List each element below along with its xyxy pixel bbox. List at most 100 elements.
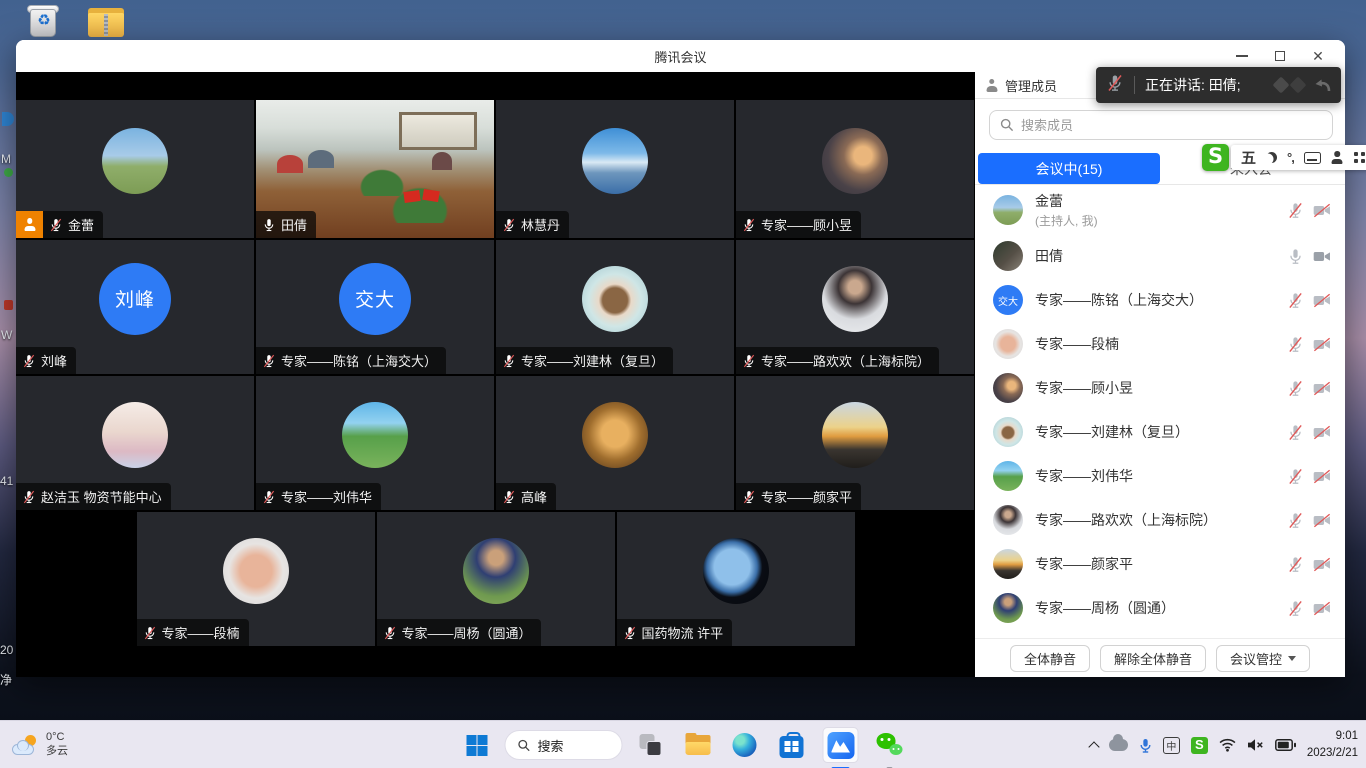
tencent-meeting-taskbar-button[interactable]	[820, 725, 862, 765]
weather-widget[interactable]: 0°C 多云	[12, 721, 68, 768]
participant-row[interactable]: 田倩	[975, 234, 1345, 278]
participant-row[interactable]: 专家——段楠	[975, 322, 1345, 366]
mic-muted-icon[interactable]	[1287, 468, 1304, 485]
camera-muted-icon[interactable]	[1313, 425, 1331, 440]
avatar	[582, 266, 648, 332]
video-tile[interactable]: 专家——路欢欢（上海标院）	[736, 240, 974, 374]
mic-icon[interactable]	[1287, 248, 1304, 265]
tray-expand-chevron-icon[interactable]	[1088, 741, 1099, 752]
store-icon	[780, 736, 804, 758]
mic-muted-icon	[742, 490, 756, 504]
desktop-label-fragment: 41	[0, 474, 13, 488]
participant-row[interactable]: 交大专家——陈铭（上海交大）	[975, 278, 1345, 322]
camera-muted-icon[interactable]	[1313, 293, 1331, 308]
mic-muted-icon[interactable]	[1287, 600, 1304, 617]
tab-in-meeting[interactable]: 会议中(15)	[978, 153, 1160, 184]
participant-name: 专家——周杨（圆通）	[1035, 598, 1275, 618]
task-view-button[interactable]	[632, 725, 670, 765]
participant-name: 专家——周杨（圆通）	[402, 623, 532, 642]
mute-all-button[interactable]: 全体静音	[1010, 645, 1090, 672]
video-tile[interactable]: 专家——顾小昱	[736, 100, 974, 238]
magnifier-icon	[1000, 118, 1014, 132]
microsoft-store-button[interactable]	[773, 725, 811, 765]
video-tile[interactable]: 专家——段楠	[137, 512, 375, 646]
participant-row[interactable]: 金蕾(主持人, 我)	[975, 186, 1345, 234]
mic-muted-icon[interactable]	[1287, 380, 1304, 397]
taskbar-clock[interactable]: 9:01 2023/2/21	[1307, 728, 1358, 761]
video-tile[interactable]: 金蕾	[16, 100, 254, 238]
wifi-icon[interactable]	[1219, 738, 1236, 752]
participant-row[interactable]: 专家——颜家平	[975, 542, 1345, 586]
microphone-tray-icon[interactable]	[1139, 737, 1152, 754]
zipped-folder-icon[interactable]	[86, 5, 126, 39]
meeting-controls-button[interactable]: 会议管控	[1216, 645, 1310, 672]
ime-language-indicator[interactable]: 中	[1163, 737, 1180, 754]
file-explorer-button[interactable]	[679, 725, 717, 765]
battery-icon[interactable]	[1275, 739, 1296, 751]
participant-row[interactable]: 专家——刘建林（复旦）	[975, 410, 1345, 454]
video-tile[interactable]: 高峰	[496, 376, 734, 510]
video-tile[interactable]: 田倩	[256, 100, 494, 238]
grid-menu-icon[interactable]	[1354, 152, 1366, 164]
video-tile[interactable]: 专家——周杨（圆通）	[377, 512, 615, 646]
avatar	[822, 402, 888, 468]
speaking-toast: 正在讲话: 田倩;	[1096, 67, 1341, 103]
moon-icon[interactable]	[1266, 152, 1277, 163]
mic-muted-icon[interactable]	[1287, 512, 1304, 529]
volume-muted-icon[interactable]	[1247, 738, 1264, 752]
tile-name-label: 专家——周杨（圆通）	[377, 619, 541, 646]
participant-name: 林慧丹	[521, 215, 560, 234]
mic-muted-icon[interactable]	[1287, 424, 1304, 441]
video-tile[interactable]: 刘峰 刘峰	[16, 240, 254, 374]
video-tile[interactable]: 赵洁玉 物资节能中心	[16, 376, 254, 510]
participant-row[interactable]: 专家——周杨（圆通）	[975, 586, 1345, 630]
avatar	[993, 417, 1023, 447]
participant-row[interactable]: 专家——顾小昱	[975, 366, 1345, 410]
avatar	[993, 505, 1023, 535]
member-search-input[interactable]	[1021, 118, 1322, 133]
participant-row[interactable]: 专家——刘伟华	[975, 454, 1345, 498]
mic-muted-icon[interactable]	[1287, 292, 1304, 309]
video-tile[interactable]: 国药物流 许平	[617, 512, 855, 646]
camera-muted-icon[interactable]	[1313, 557, 1331, 572]
task-view-icon	[640, 734, 662, 756]
keyboard-icon[interactable]	[1304, 152, 1321, 164]
member-search-box[interactable]	[989, 110, 1333, 140]
start-button[interactable]	[458, 725, 496, 765]
person-icon[interactable]	[1331, 151, 1344, 164]
camera-muted-icon[interactable]	[1313, 203, 1331, 218]
video-tile[interactable]: 专家——颜家平	[736, 376, 974, 510]
wechat-taskbar-button[interactable]	[871, 725, 909, 765]
mic-muted-icon[interactable]	[1287, 556, 1304, 573]
mic-muted-icon[interactable]	[1287, 336, 1304, 353]
tile-name-label: 高峰	[496, 483, 556, 510]
camera-muted-icon[interactable]	[1313, 337, 1331, 352]
mic-muted-icon	[143, 626, 157, 640]
video-tile[interactable]: 专家——刘建林（复旦）	[496, 240, 734, 374]
ime-punctuation[interactable]: °,	[1287, 150, 1294, 165]
video-tile[interactable]: 林慧丹	[496, 100, 734, 238]
camera-icon[interactable]	[1313, 249, 1331, 264]
camera-muted-icon[interactable]	[1313, 381, 1331, 396]
taskbar-search[interactable]: 搜索	[505, 730, 623, 760]
recycle-bin-icon[interactable]: ♻	[24, 5, 64, 39]
avatar	[993, 195, 1023, 225]
chevron-down-icon	[1288, 656, 1296, 661]
mic-muted-icon[interactable]	[1287, 202, 1304, 219]
onedrive-cloud-icon[interactable]	[1109, 739, 1128, 751]
camera-muted-icon[interactable]	[1313, 601, 1331, 616]
edge-browser-button[interactable]	[726, 725, 764, 765]
camera-muted-icon[interactable]	[1313, 513, 1331, 528]
avatar	[463, 538, 529, 604]
ime-mode-wubi[interactable]: 五	[1241, 147, 1256, 168]
video-tile[interactable]: 交大 专家——陈铭（上海交大）	[256, 240, 494, 374]
unmute-all-button[interactable]: 解除全体静音	[1100, 645, 1206, 672]
participant-name: 专家——顾小昱	[761, 215, 852, 234]
desktop-label-fragment: 净	[0, 671, 12, 688]
video-tile[interactable]: 专家——刘伟华	[256, 376, 494, 510]
camera-muted-icon[interactable]	[1313, 469, 1331, 484]
sogou-logo-icon[interactable]: S	[1202, 144, 1229, 171]
sogou-tray-icon[interactable]: S	[1191, 737, 1208, 754]
tile-name-label: 专家——顾小昱	[736, 211, 861, 238]
participant-row[interactable]: 专家——路欢欢（上海标院）	[975, 498, 1345, 542]
